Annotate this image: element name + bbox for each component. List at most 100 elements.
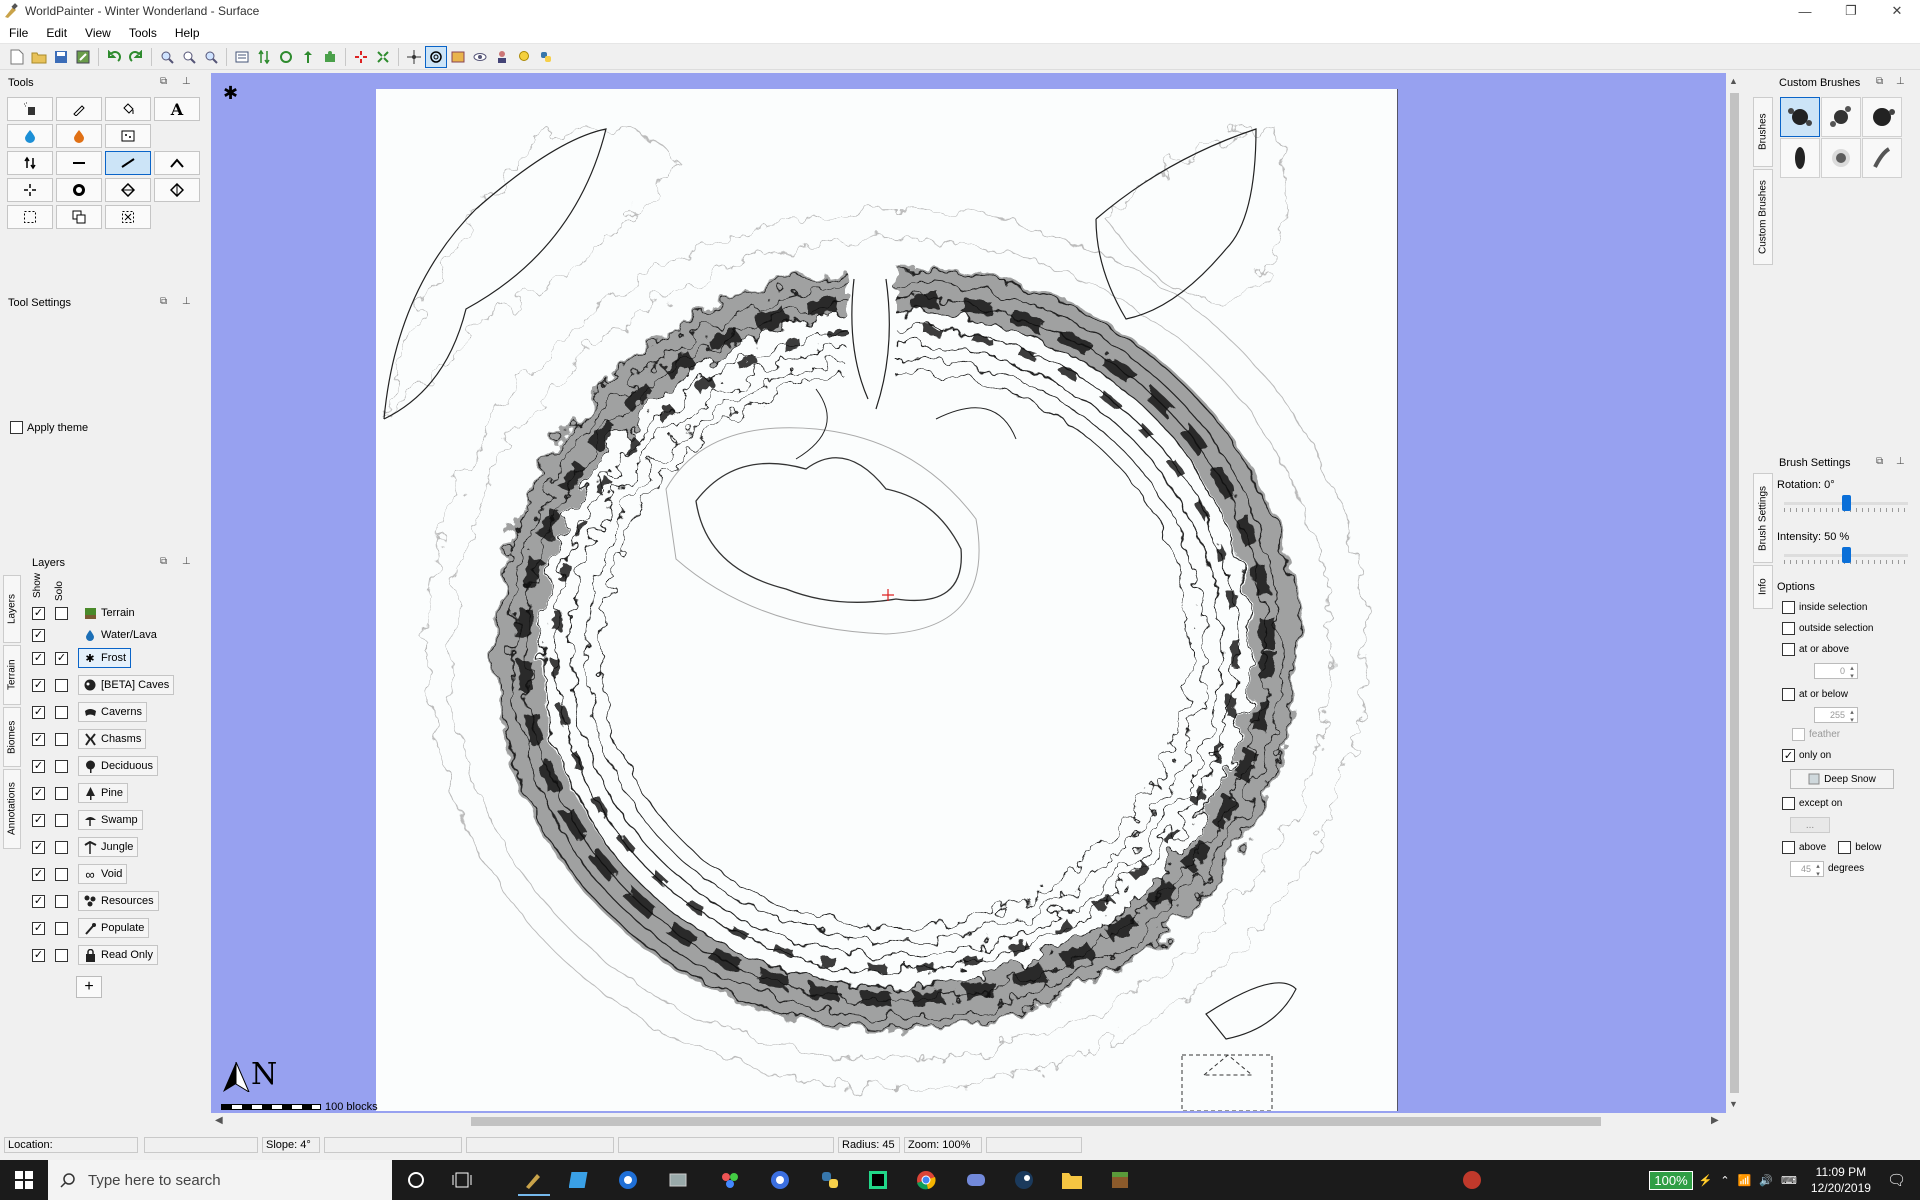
rotation-slider[interactable] — [1784, 493, 1908, 513]
spray-paint-tool[interactable] — [7, 97, 53, 121]
degrees-spinner[interactable]: 45 — [1790, 861, 1824, 878]
layer-button[interactable]: Chasms — [78, 729, 147, 749]
undock-icon[interactable]: ⧉ — [160, 556, 167, 567]
keyboard-icon[interactable]: ⌨ — [1781, 1174, 1797, 1187]
rotate-button[interactable] — [275, 46, 297, 68]
undo-button[interactable] — [103, 46, 125, 68]
start-button[interactable] — [0, 1160, 48, 1200]
layer-show-checkbox[interactable] — [32, 759, 45, 773]
pin-icon[interactable]: ⊥ — [182, 556, 191, 567]
at-or-above-option[interactable]: at or above — [1782, 643, 1849, 656]
change-height-button[interactable] — [253, 46, 275, 68]
pin-icon[interactable]: ⊥ — [182, 296, 191, 307]
layer-show-checkbox[interactable] — [32, 678, 45, 692]
smooth-tool[interactable] — [105, 151, 151, 175]
tab-custom-brushes[interactable]: Custom Brushes — [1753, 169, 1773, 265]
layer-button[interactable]: Populate — [78, 918, 150, 938]
pin-icon[interactable]: ⊥ — [1896, 456, 1905, 467]
fill-tool[interactable] — [105, 97, 151, 121]
menu-view[interactable]: View — [76, 22, 120, 44]
layer-show-checkbox[interactable] — [32, 705, 45, 719]
zoom-in-button[interactable] — [156, 46, 178, 68]
menu-edit[interactable]: Edit — [37, 22, 76, 44]
show-background-image-button[interactable] — [447, 46, 469, 68]
intensity-slider[interactable] — [1784, 545, 1908, 565]
brush-5[interactable] — [1821, 138, 1861, 178]
layer-solo-checkbox[interactable] — [55, 651, 68, 665]
layer-solo-checkbox[interactable] — [55, 678, 68, 692]
apply-theme-checkbox[interactable] — [10, 421, 23, 434]
taskbar-tray-red-app[interactable] — [1456, 1164, 1488, 1196]
layer-solo-checkbox[interactable] — [55, 606, 68, 620]
new-world-button[interactable] — [6, 46, 28, 68]
raise-mountain-tool[interactable] — [154, 151, 200, 175]
only-on-terrain-button[interactable]: Deep Snow — [1790, 769, 1894, 789]
clear-selection-tool[interactable] — [105, 205, 151, 229]
tab-info[interactable]: Info — [1753, 565, 1773, 609]
layer-button[interactable]: Resources — [78, 891, 159, 911]
close-button[interactable]: ✕ — [1874, 0, 1920, 22]
layer-show-checkbox[interactable] — [32, 840, 45, 854]
power-icon[interactable]: ⚡ — [1699, 1174, 1713, 1187]
shift-button[interactable] — [297, 46, 319, 68]
scroll-up-arrow[interactable]: ▲ — [1729, 76, 1738, 86]
layer-solo-checkbox[interactable] — [55, 894, 68, 908]
taskbar-davinci[interactable] — [714, 1164, 746, 1196]
pin-icon[interactable]: ⊥ — [1896, 76, 1905, 87]
tab-annotations[interactable]: Annotations — [3, 769, 21, 849]
view-distance-button[interactable] — [469, 46, 491, 68]
map-view[interactable]: ✱ N 100 blocks — [211, 73, 1726, 1113]
layer-show-checkbox[interactable] — [32, 651, 45, 665]
network-icon[interactable]: 📶 — [1738, 1174, 1752, 1187]
vertical-scroll-thumb[interactable] — [1730, 93, 1739, 1093]
inside-selection-checkbox[interactable] — [1782, 601, 1795, 614]
layer-button[interactable]: Swamp — [78, 810, 143, 830]
taskbar-steam[interactable] — [1008, 1164, 1040, 1196]
set-spawn-tool[interactable] — [7, 178, 53, 202]
above-degrees-option[interactable]: above below — [1782, 841, 1881, 854]
feather-checkbox[interactable] — [1792, 728, 1805, 741]
dimension-properties-button[interactable] — [231, 46, 253, 68]
taskbar-chrome[interactable] — [910, 1164, 942, 1196]
inside-selection-option[interactable]: inside selection — [1782, 601, 1867, 614]
layer-button[interactable]: Read Only — [78, 945, 158, 965]
tab-brushes[interactable]: Brushes — [1753, 97, 1773, 167]
redo-button[interactable] — [125, 46, 147, 68]
layer-solo-checkbox[interactable] — [55, 867, 68, 881]
save-world-button[interactable] — [50, 46, 72, 68]
layer-solo-checkbox[interactable] — [55, 705, 68, 719]
undock-icon[interactable]: ⧉ — [160, 296, 167, 307]
scroll-left-arrow[interactable]: ◀ — [215, 1115, 223, 1126]
tab-terrain[interactable]: Terrain — [3, 645, 21, 705]
outside-selection-option[interactable]: outside selection — [1782, 622, 1874, 635]
taskbar-clock[interactable]: 11:09 PM 12/20/2019 — [1811, 1164, 1871, 1196]
pencil-tool[interactable] — [56, 97, 102, 121]
chevron-up-icon[interactable]: ⌃ — [1720, 1174, 1729, 1187]
light-button[interactable] — [513, 46, 535, 68]
outside-selection-checkbox[interactable] — [1782, 622, 1795, 635]
rotation-slider-knob[interactable] — [1841, 495, 1851, 511]
layer-show-checkbox[interactable] — [32, 628, 45, 642]
below-checkbox[interactable] — [1838, 841, 1852, 854]
except-on-terrain-button[interactable]: ... — [1790, 817, 1830, 833]
zoom-out-button[interactable] — [200, 46, 222, 68]
menu-tools[interactable]: Tools — [120, 22, 166, 44]
at-or-above-checkbox[interactable] — [1782, 643, 1795, 656]
brush-4[interactable] — [1780, 138, 1820, 178]
feather-option[interactable]: feather — [1792, 728, 1840, 741]
layer-button[interactable]: Deciduous — [78, 756, 158, 776]
layer-show-checkbox[interactable] — [32, 921, 45, 935]
minimize-button[interactable]: — — [1782, 0, 1828, 22]
open-world-button[interactable] — [28, 46, 50, 68]
world-map-canvas[interactable] — [376, 89, 1398, 1112]
layer-show-checkbox[interactable] — [32, 732, 45, 746]
layer-button[interactable]: Terrain — [78, 603, 140, 623]
raise-lower-tool[interactable] — [7, 151, 53, 175]
battery-indicator[interactable]: 100% — [1649, 1170, 1693, 1190]
layer-solo-checkbox[interactable] — [55, 948, 68, 962]
sponge-tool[interactable] — [105, 124, 151, 148]
show-grid-button[interactable] — [403, 46, 425, 68]
undock-icon[interactable]: ⧉ — [1876, 456, 1883, 467]
layer-show-checkbox[interactable] — [32, 813, 45, 827]
layer-button[interactable]: Jungle — [78, 837, 139, 857]
